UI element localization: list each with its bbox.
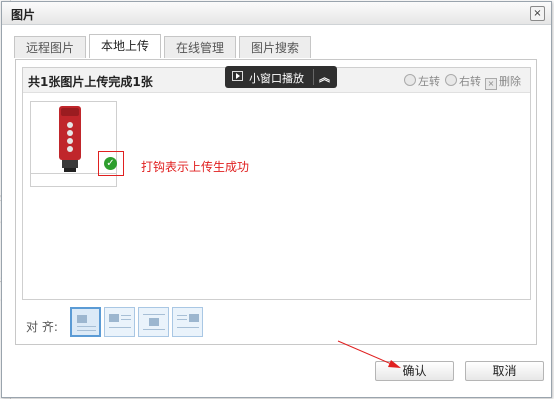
align-right-icon	[189, 314, 199, 322]
align-option-center[interactable]	[138, 307, 169, 337]
video-bar-divider	[313, 69, 314, 85]
rotate-right-label: 右转	[459, 75, 481, 88]
upload-area: 共1张图片上传完成1张 左转 右转 × 删除	[22, 67, 531, 300]
confirm-button[interactable]: 确认	[375, 361, 454, 381]
play-icon	[232, 71, 243, 81]
collapse-icon[interactable]: ︽	[319, 69, 330, 85]
dialog-title: 图片	[11, 8, 36, 22]
align-option-none[interactable]	[70, 307, 101, 337]
delete-icon: ×	[485, 78, 497, 90]
success-check-icon: ✓	[104, 157, 117, 170]
rotate-right-button[interactable]: 右转	[445, 73, 481, 89]
align-option-left[interactable]	[104, 307, 135, 337]
align-none-icon	[77, 315, 87, 323]
tab-local-upload[interactable]: 本地上传	[89, 34, 161, 58]
align-option-right[interactable]	[172, 307, 203, 337]
mini-window-play-label: 小窗口播放	[249, 72, 304, 85]
delete-label: 删除	[499, 75, 521, 88]
tab-remote-image[interactable]: 远程图片	[14, 36, 86, 58]
align-left-icon	[109, 314, 119, 322]
upload-status: 共1张图片上传完成1张	[28, 75, 153, 89]
rotate-left-icon	[404, 74, 416, 86]
success-highlight-box: ✓	[98, 151, 124, 176]
cancel-button[interactable]: 取消	[465, 361, 544, 381]
close-button[interactable]: ×	[530, 6, 545, 21]
mini-window-play-bar[interactable]: 小窗口播放 ︽	[225, 66, 337, 88]
align-center-icon	[149, 318, 159, 326]
rotate-right-icon	[445, 74, 457, 86]
rotate-left-button[interactable]: 左转	[404, 73, 440, 89]
tab-online-manage[interactable]: 在线管理	[164, 36, 236, 58]
rotate-left-label: 左转	[418, 75, 440, 88]
dialog-titlebar[interactable]: 图片 ×	[2, 2, 551, 25]
image-dialog: 图片 × 远程图片 本地上传 在线管理 图片搜索 共1张图片上传完成1张 左转 …	[1, 1, 552, 398]
tab-panel: 共1张图片上传完成1张 左转 右转 × 删除 对 齐:	[15, 59, 537, 345]
tab-image-search[interactable]: 图片搜索	[239, 36, 311, 58]
align-label: 对 齐:	[26, 320, 58, 334]
annotation-text: 打钩表示上传生成功	[141, 160, 250, 174]
delete-button[interactable]: × 删除	[485, 73, 521, 90]
